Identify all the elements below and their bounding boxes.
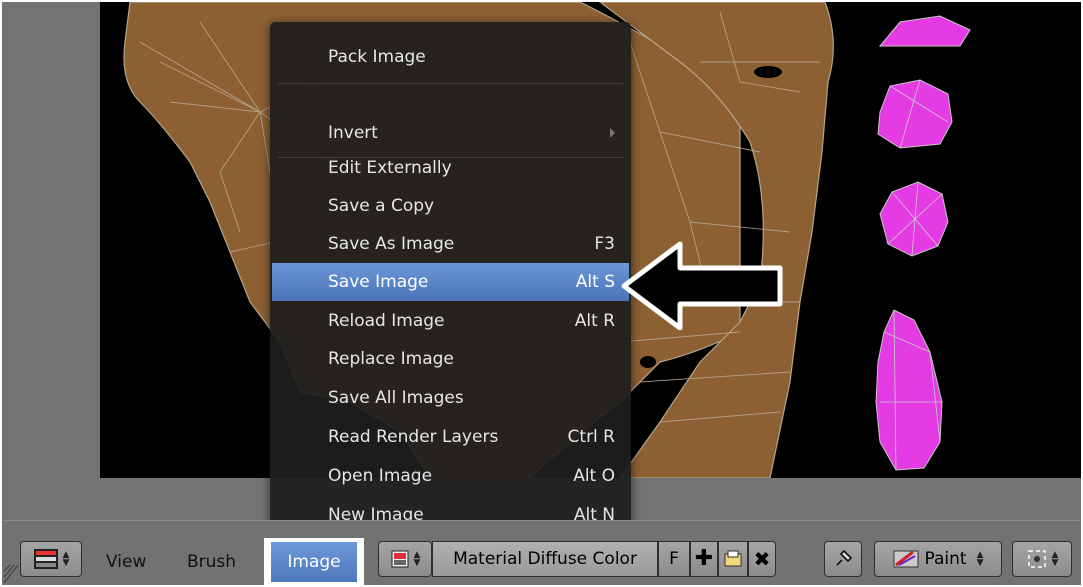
pin-button[interactable] — [824, 541, 862, 577]
updown-icon: ▲ ▼ — [413, 550, 421, 568]
mode-label: Paint — [924, 549, 967, 569]
menu-item-label: Open Image — [328, 466, 433, 486]
mesh-hole — [640, 356, 656, 368]
uv-island-pink-1 — [878, 15, 971, 47]
menu-item-shortcut: Alt O — [573, 466, 615, 486]
menu-item-invert[interactable]: Invert — [272, 114, 629, 152]
editor-type-icon — [33, 549, 58, 569]
menu-item-label: Save a Copy — [328, 196, 435, 216]
menu-item-save-all-images[interactable]: Save All Images — [272, 379, 629, 417]
menu-item-label: Invert — [328, 123, 378, 143]
image-name-field[interactable]: Material Diffuse Color — [432, 541, 658, 577]
open-image-icon — [724, 550, 742, 567]
image-editor: Pack Image Invert Edit Externally Save a… — [2, 2, 1081, 585]
menu-item-label: Reload Image — [328, 311, 445, 331]
unlink-button[interactable]: ✖ — [748, 541, 776, 577]
menu-item-reload-image[interactable]: Reload Image Alt R — [272, 302, 629, 340]
header-menu-image-label: Image — [271, 542, 357, 582]
menu-item-edit-externally[interactable]: Edit Externally — [272, 149, 629, 187]
menu-item-label: Save Image — [328, 272, 429, 292]
menu-item-label: Save All Images — [328, 388, 464, 408]
menu-item-open-image[interactable]: Open Image Alt O — [272, 457, 629, 495]
menu-item-shortcut: Ctrl R — [567, 427, 615, 447]
menu-item-replace-image[interactable]: Replace Image — [272, 340, 629, 378]
menu-item-save-image[interactable]: Save Image Alt S — [272, 263, 629, 301]
paint-brush-icon — [893, 550, 918, 568]
open-image-button[interactable] — [718, 541, 748, 577]
updown-icon: ▲ ▼ — [976, 550, 984, 568]
area-resize-handle-icon[interactable] — [2, 555, 20, 585]
header-menu-view[interactable]: View — [106, 552, 146, 572]
image-browse-icon — [391, 550, 409, 568]
menu-item-shortcut: Alt S — [575, 272, 615, 292]
callout-arrow-icon — [621, 241, 783, 330]
updown-icon: ▲ ▼ — [62, 550, 70, 568]
uv-island-pink-2 — [877, 79, 953, 149]
editor-type-button[interactable]: ▲ ▼ — [20, 541, 82, 577]
header-menu-brush[interactable]: Brush — [187, 552, 236, 572]
menu-item-label: Read Render Layers — [328, 427, 499, 447]
mode-select[interactable]: Paint ▲ ▼ — [874, 541, 1002, 577]
updown-icon: ▲ ▼ — [1051, 550, 1059, 568]
uv-island-pink-3 — [879, 181, 949, 257]
unlink-icon: ✖ — [753, 547, 771, 571]
menu-item-label: Replace Image — [328, 349, 454, 369]
uv-island-pink-4 — [875, 309, 943, 471]
mesh-hole — [754, 66, 782, 78]
header-menu-image[interactable]: Image — [264, 538, 364, 585]
menu-item-save-as-image[interactable]: Save As Image F3 — [272, 225, 629, 263]
menu-item-save-a-copy[interactable]: Save a Copy — [272, 187, 629, 225]
menu-item-label: Pack Image — [328, 47, 426, 67]
new-image-button[interactable]: ✚ — [690, 541, 718, 577]
menu-item-label: Save As Image — [328, 234, 455, 254]
menu-item-read-render-layers[interactable]: Read Render Layers Ctrl R — [272, 418, 629, 456]
snap-icon — [1027, 550, 1046, 568]
snap-select[interactable]: ▲ ▼ — [1012, 541, 1072, 577]
menu-item-shortcut: F3 — [594, 234, 615, 254]
submenu-arrow-icon — [610, 128, 615, 138]
image-menu-dropdown: Pack Image Invert Edit Externally Save a… — [270, 22, 631, 538]
pin-icon — [836, 549, 853, 566]
image-editor-header: ▲ ▼ View Brush Image ▲ ▼ Material Diffuse … — [2, 520, 1081, 585]
menu-separator — [278, 83, 623, 84]
image-browse-button[interactable]: ▲ ▼ — [378, 541, 432, 577]
menu-item-shortcut: Alt R — [574, 311, 615, 331]
fake-user-button[interactable]: F — [658, 541, 690, 577]
menu-item-label: Edit Externally — [328, 158, 452, 178]
menu-item-pack-image[interactable]: Pack Image — [272, 38, 629, 76]
new-image-icon: ✚ — [694, 546, 714, 571]
